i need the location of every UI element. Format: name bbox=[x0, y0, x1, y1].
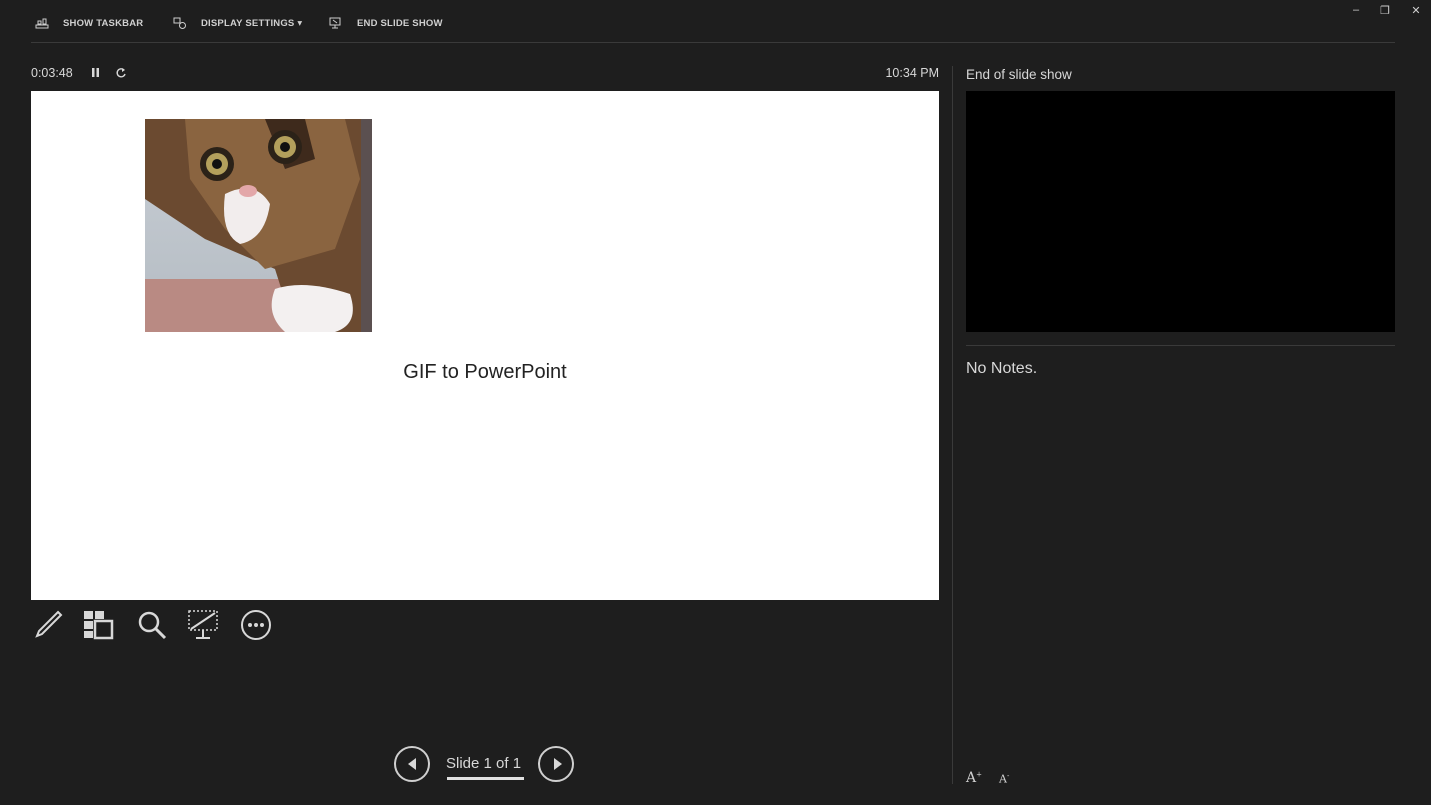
more-options-button[interactable] bbox=[239, 608, 273, 642]
decrease-font-icon: A bbox=[999, 772, 1007, 786]
next-slide-preview[interactable] bbox=[966, 91, 1395, 332]
minimize-icon[interactable]: – bbox=[1346, 4, 1366, 16]
display-settings-icon bbox=[173, 17, 186, 29]
previous-icon bbox=[408, 758, 416, 770]
see-all-slides-button[interactable] bbox=[82, 608, 116, 642]
elapsed-timer: 0:03:48 bbox=[31, 66, 73, 80]
kitten-gif-image bbox=[145, 119, 372, 332]
decrease-font-button[interactable]: A- bbox=[999, 772, 1009, 786]
current-slide[interactable]: GIF to PowerPoint bbox=[31, 91, 939, 600]
previous-slide-button[interactable] bbox=[394, 746, 430, 782]
restart-timer-button[interactable] bbox=[115, 66, 127, 83]
taskbar-icon bbox=[35, 18, 49, 29]
slide-caption: GIF to PowerPoint bbox=[403, 361, 567, 383]
magnifier-icon bbox=[138, 611, 167, 640]
slide-navigation: Slide 1 of 1 bbox=[394, 746, 578, 784]
increase-font-icon: A bbox=[966, 770, 977, 786]
end-slide-show-button[interactable]: END SLIDE SHOW bbox=[329, 16, 443, 30]
pen-tool-button[interactable] bbox=[31, 608, 65, 642]
end-slide-show-label: END SLIDE SHOW bbox=[357, 17, 443, 29]
next-slide-label: End of slide show bbox=[966, 67, 1072, 82]
notes-separator bbox=[966, 345, 1395, 346]
increase-font-button[interactable]: A+ bbox=[966, 770, 982, 786]
panel-divider[interactable] bbox=[952, 66, 953, 784]
restore-icon[interactable]: ❐ bbox=[1375, 4, 1395, 17]
next-slide-button[interactable] bbox=[538, 746, 574, 782]
current-time: 10:34 PM bbox=[885, 66, 939, 80]
pause-icon bbox=[92, 68, 99, 77]
slide-counter[interactable]: Slide 1 of 1 bbox=[446, 755, 521, 772]
pen-icon bbox=[35, 610, 63, 638]
speaker-notes[interactable]: No Notes. bbox=[966, 360, 1037, 378]
slide-progress-bar bbox=[447, 777, 524, 780]
display-settings-label: DISPLAY SETTINGS ▾ bbox=[201, 17, 303, 29]
next-icon bbox=[554, 758, 562, 770]
zoom-button[interactable] bbox=[135, 608, 169, 642]
black-screen-button[interactable] bbox=[187, 608, 221, 642]
show-taskbar-label: SHOW TASKBAR bbox=[63, 17, 144, 29]
end-show-icon bbox=[329, 17, 341, 29]
timer-row: 0:03:48 10:34 PM bbox=[31, 66, 939, 84]
restart-icon bbox=[116, 68, 126, 78]
display-settings-button[interactable]: DISPLAY SETTINGS ▾ bbox=[173, 16, 302, 30]
close-icon[interactable]: ✕ bbox=[1406, 4, 1426, 17]
presenter-toolbar: SHOW TASKBAR DISPLAY SETTINGS ▾ END SLID… bbox=[31, 0, 1395, 43]
pause-timer-button[interactable] bbox=[91, 66, 101, 83]
more-icon bbox=[241, 610, 271, 640]
screen-off-icon bbox=[188, 610, 218, 639]
show-taskbar-button[interactable]: SHOW TASKBAR bbox=[35, 16, 143, 30]
grid-icon bbox=[84, 611, 114, 640]
